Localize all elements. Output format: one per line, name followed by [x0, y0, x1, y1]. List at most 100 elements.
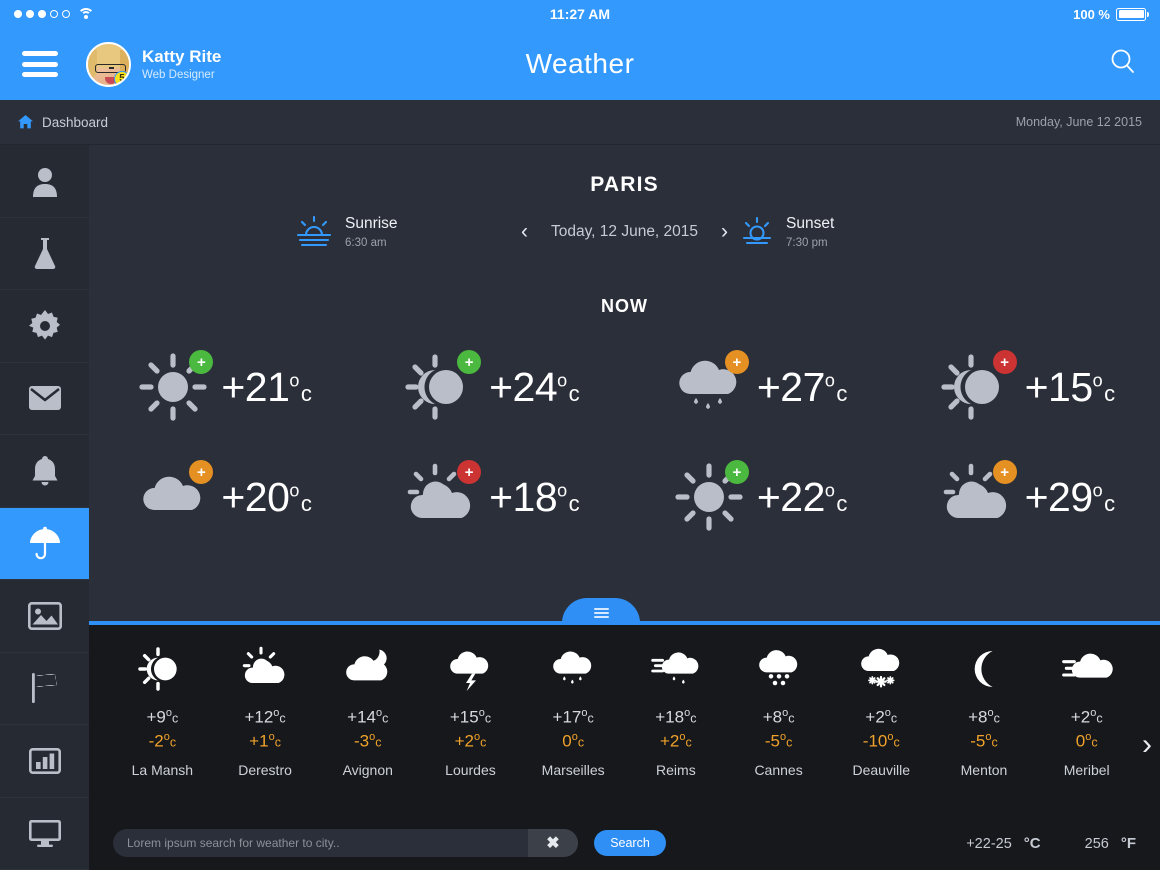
close-icon[interactable]: ✖: [528, 829, 578, 857]
now-card[interactable]: + +29oc: [892, 451, 1160, 543]
breadcrumb: Dashboard Monday, June 12 2015: [0, 100, 1160, 145]
city-forecast-item[interactable]: +18oc +2oc Reims: [625, 643, 728, 778]
city-low-temp: +2oc: [659, 730, 692, 751]
rain-cloud-icon: [553, 651, 592, 684]
city-label: Reims: [656, 762, 696, 779]
user-name: Katty Rite: [142, 47, 222, 67]
monitor-icon: [28, 820, 61, 848]
city-weather-icon: [342, 643, 394, 695]
main-panel: PARIS Sunrise 6:30 am ‹ Today, 12 June, …: [89, 145, 1160, 623]
sidebar-item-flags[interactable]: [0, 653, 89, 725]
unit-toggles: +22-25 °C 256 °F: [966, 835, 1136, 852]
city-label: Meribel: [1063, 762, 1110, 779]
search-field[interactable]: ✖: [113, 829, 578, 857]
city-forecast-item[interactable]: +2oc 0oc Meribel: [1035, 643, 1138, 778]
unit-toggle[interactable]: 256 °F: [1085, 835, 1136, 852]
sleet-cloud-icon: [758, 650, 797, 686]
city-low-temp: -5oc: [970, 730, 998, 751]
sun-eclipse-icon: [138, 647, 178, 691]
now-card[interactable]: + +15oc: [892, 341, 1160, 433]
sidebar-item-mail[interactable]: [0, 363, 89, 435]
bell-icon: [32, 455, 57, 486]
now-card[interactable]: + +22oc: [625, 451, 893, 543]
now-card[interactable]: + +20oc: [89, 451, 357, 543]
city-forecast-item[interactable]: +9oc -2oc La Mansh: [111, 643, 214, 778]
city-forecast-item[interactable]: +14oc -3oc Avignon: [316, 643, 419, 778]
chevron-left-icon[interactable]: ‹: [521, 221, 528, 242]
temperature: +27oc: [756, 363, 848, 410]
add-location-badge[interactable]: +: [457, 350, 482, 374]
search-row: ✖ Search +22-25 °C 256 °F: [89, 829, 1160, 857]
sun-cloud-icon: [242, 646, 285, 683]
sidebar-item-reports[interactable]: [0, 725, 89, 798]
city-forecast-item[interactable]: +17oc 0oc Marseilles: [522, 643, 625, 778]
add-location-badge[interactable]: +: [457, 460, 482, 484]
search-icon[interactable]: [1108, 47, 1138, 82]
sidebar-item-lab[interactable]: [0, 218, 89, 290]
sidebar-item-display[interactable]: [0, 798, 89, 870]
search-button[interactable]: Search: [594, 830, 666, 856]
weather-icon-wrap: +: [670, 458, 749, 536]
weather-icon-wrap: +: [402, 348, 482, 426]
temperature: +18oc: [489, 473, 580, 520]
notification-badge: 5: [114, 70, 129, 85]
city-high-temp: +8oc: [968, 707, 1000, 727]
flag-icon: [31, 673, 57, 704]
date-navigator: ‹ Today, 12 June, 2015 ›: [89, 221, 1160, 242]
city-weather-icon: [444, 643, 496, 695]
sidebar-item-settings[interactable]: [0, 290, 89, 363]
user-profile[interactable]: 5 Katty Rite Web Designer: [86, 41, 222, 87]
city-low-temp: -5oc: [764, 730, 793, 751]
chevron-right-icon[interactable]: ›: [721, 221, 728, 242]
drag-handle-icon[interactable]: [562, 598, 640, 623]
app-header: 5 Katty Rite Web Designer Weather: [0, 28, 1160, 100]
breadcrumb-label: Dashboard: [42, 114, 109, 130]
battery-percent: 100 %: [1073, 6, 1110, 22]
sidebar-item-gallery[interactable]: [0, 580, 89, 653]
add-location-badge[interactable]: +: [724, 350, 749, 374]
hamburger-menu-icon[interactable]: [22, 51, 58, 77]
weather-icon-wrap: +: [134, 458, 214, 536]
city-label: Derestro: [238, 762, 292, 779]
city-forecast-item[interactable]: +8oc -5oc Menton: [933, 643, 1036, 778]
status-right: 100 %: [1073, 6, 1149, 22]
unit-value: 256: [1084, 835, 1109, 852]
city-low-temp: +2oc: [454, 730, 487, 751]
now-card[interactable]: + +21oc: [89, 341, 357, 433]
home-icon: [18, 115, 33, 129]
breadcrumb-dashboard[interactable]: Dashboard: [18, 115, 108, 130]
windy-cloud-icon: [1061, 653, 1113, 678]
city-high-temp: +12oc: [244, 707, 286, 727]
sunset-icon: [742, 216, 772, 244]
umbrella-icon: [29, 526, 60, 560]
city-forecast-item[interactable]: +2oc -10oc Deauville: [830, 643, 933, 778]
city-forecast-item[interactable]: +12oc +1oc Derestro: [214, 643, 317, 778]
unit-toggle[interactable]: +22-25 °C: [966, 835, 1040, 852]
status-time: 11:27 AM: [549, 6, 611, 22]
city-high-temp: +9oc: [146, 707, 179, 727]
sun-info: Sunrise 6:30 am ‹ Today, 12 June, 2015 ›: [89, 215, 1160, 263]
temperature: +15oc: [1024, 363, 1116, 410]
temperature: +24oc: [489, 363, 580, 410]
sidebar-item-user[interactable]: [0, 145, 89, 218]
city-low-temp: -10oc: [862, 730, 900, 751]
sunset-label: Sunset: [786, 215, 835, 232]
sidebar-item-alerts[interactable]: [0, 435, 89, 508]
next-cities-chevron-right-icon[interactable]: ›: [1142, 730, 1152, 760]
status-bar: 11:27 AM 100 %: [0, 0, 1160, 28]
unit-symbol: °C: [1023, 834, 1041, 852]
city-forecast-item[interactable]: +15oc +2oc Lourdes: [419, 643, 522, 778]
city-forecast-item[interactable]: +8oc -5oc Cannes: [727, 643, 830, 778]
city-weather-icon: [547, 643, 599, 695]
now-card[interactable]: + +24oc: [357, 341, 625, 433]
now-card[interactable]: + +27oc: [625, 341, 893, 433]
add-location-badge[interactable]: +: [992, 350, 1017, 374]
sidebar-item-weather[interactable]: [0, 507, 89, 580]
city-high-temp: +17oc: [552, 707, 594, 727]
search-input[interactable]: [113, 836, 528, 850]
city-weather-icon: [958, 643, 1010, 695]
add-location-badge[interactable]: +: [992, 460, 1017, 484]
add-location-badge[interactable]: +: [724, 460, 749, 484]
now-card[interactable]: + +18oc: [357, 451, 625, 543]
sunset-time: 7:30 pm: [786, 236, 828, 249]
